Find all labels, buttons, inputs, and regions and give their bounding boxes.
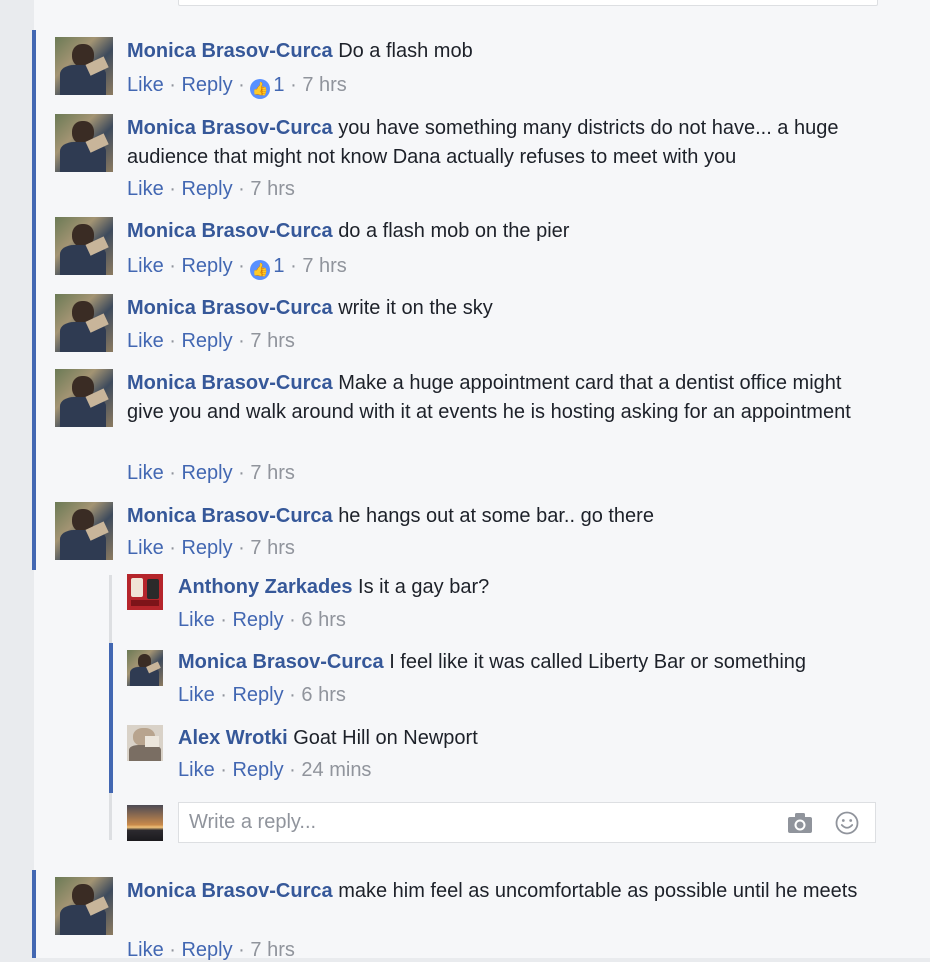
previous-reply-box[interactable] bbox=[178, 0, 878, 6]
timestamp[interactable]: 7 hrs bbox=[250, 537, 294, 559]
avatar[interactable] bbox=[55, 217, 113, 275]
reply-link[interactable]: Reply bbox=[181, 462, 232, 484]
reply-body: Monica Brasov-Curca I feel like it was c… bbox=[178, 648, 878, 677]
avatar[interactable] bbox=[55, 369, 113, 427]
like-link[interactable]: Like bbox=[178, 759, 215, 781]
comment-text: write it on the sky bbox=[338, 297, 493, 319]
reply-link[interactable]: Reply bbox=[181, 537, 232, 559]
reply-text: Goat Hill on Newport bbox=[293, 727, 478, 749]
reply-actions: Like · Reply · 6 hrs bbox=[178, 609, 346, 631]
like-link[interactable]: Like bbox=[127, 462, 164, 484]
comment-body: Monica Brasov-Curca Make a huge appointm… bbox=[127, 369, 867, 427]
comment-text: do a flash mob on the pier bbox=[338, 220, 570, 242]
reply-text: Is it a gay bar? bbox=[358, 576, 490, 598]
avatar[interactable] bbox=[127, 725, 163, 761]
comment-body: Monica Brasov-Curca Do a flash mob bbox=[127, 37, 867, 66]
comment-author[interactable]: Monica Brasov-Curca bbox=[127, 40, 333, 62]
comment-text: he hangs out at some bar.. go there bbox=[338, 505, 654, 527]
reply-author[interactable]: Monica Brasov-Curca bbox=[178, 651, 384, 673]
comment-actions: Like · Reply · 7 hrs bbox=[127, 178, 295, 200]
reply-author[interactable]: Alex Wrotki bbox=[178, 727, 288, 749]
reply-body: Alex Wrotki Goat Hill on Newport bbox=[178, 724, 868, 753]
reply-composer bbox=[178, 802, 876, 843]
reply-link[interactable]: Reply bbox=[232, 759, 283, 781]
comment-author[interactable]: Monica Brasov-Curca bbox=[127, 220, 333, 242]
comment-actions: Like · Reply · 7 hrs bbox=[127, 939, 295, 961]
thread-indicator bbox=[32, 30, 36, 570]
comment-body: Monica Brasov-Curca write it on the sky bbox=[127, 294, 867, 323]
reply-thread-active-indicator bbox=[109, 643, 113, 793]
timestamp[interactable]: 6 hrs bbox=[301, 609, 345, 631]
comment-actions: Like · Reply · 👍 1 · 7 hrs bbox=[127, 254, 347, 280]
thumbs-up-icon[interactable]: 👍 bbox=[250, 79, 271, 99]
like-link[interactable]: Like bbox=[178, 609, 215, 631]
like-count[interactable]: 1 bbox=[273, 74, 284, 96]
avatar[interactable] bbox=[55, 502, 113, 560]
like-link[interactable]: Like bbox=[127, 255, 164, 277]
reply-text: I feel like it was called Liberty Bar or… bbox=[389, 651, 807, 673]
thread-indicator-bottom bbox=[32, 870, 36, 958]
avatar[interactable] bbox=[55, 37, 113, 95]
comment-text: Do a flash mob bbox=[338, 40, 473, 62]
comment-actions: Like · Reply · 👍 1 · 7 hrs bbox=[127, 73, 347, 99]
comment-author[interactable]: Monica Brasov-Curca bbox=[127, 117, 333, 139]
reply-link[interactable]: Reply bbox=[232, 609, 283, 631]
comment-text: make him feel as uncomfortable as possib… bbox=[338, 880, 858, 902]
reply-link[interactable]: Reply bbox=[181, 178, 232, 200]
like-link[interactable]: Like bbox=[127, 178, 164, 200]
comment-body: Monica Brasov-Curca make him feel as unc… bbox=[127, 877, 867, 906]
reply-link[interactable]: Reply bbox=[181, 74, 232, 96]
reply-author[interactable]: Anthony Zarkades bbox=[178, 576, 352, 598]
camera-icon[interactable] bbox=[787, 812, 813, 834]
reply-actions: Like · Reply · 24 mins bbox=[178, 759, 372, 781]
like-link[interactable]: Like bbox=[127, 330, 164, 352]
comment-actions: Like · Reply · 7 hrs bbox=[127, 462, 295, 484]
avatar[interactable] bbox=[127, 650, 163, 686]
avatar[interactable] bbox=[127, 574, 163, 610]
comment-actions: Like · Reply · 7 hrs bbox=[127, 330, 295, 352]
comment-author[interactable]: Monica Brasov-Curca bbox=[127, 505, 333, 527]
timestamp[interactable]: 7 hrs bbox=[250, 178, 294, 200]
reply-link[interactable]: Reply bbox=[232, 684, 283, 706]
timestamp[interactable]: 7 hrs bbox=[302, 255, 346, 277]
timestamp[interactable]: 7 hrs bbox=[250, 330, 294, 352]
timestamp[interactable]: 7 hrs bbox=[302, 74, 346, 96]
smiley-icon[interactable] bbox=[835, 811, 859, 835]
comment-body: Monica Brasov-Curca you have something m… bbox=[127, 114, 867, 172]
like-link[interactable]: Like bbox=[127, 537, 164, 559]
comment-actions: Like · Reply · 7 hrs bbox=[127, 537, 295, 559]
avatar[interactable] bbox=[55, 114, 113, 172]
reply-body: Anthony Zarkades Is it a gay bar? bbox=[178, 573, 868, 602]
avatar[interactable] bbox=[55, 877, 113, 935]
reply-actions: Like · Reply · 6 hrs bbox=[178, 684, 346, 706]
reply-input[interactable] bbox=[179, 803, 749, 842]
like-link[interactable]: Like bbox=[178, 684, 215, 706]
thumbs-up-icon[interactable]: 👍 bbox=[250, 260, 271, 280]
reply-link[interactable]: Reply bbox=[181, 330, 232, 352]
comment-body: Monica Brasov-Curca he hangs out at some… bbox=[127, 502, 867, 531]
timestamp[interactable]: 7 hrs bbox=[250, 462, 294, 484]
timestamp[interactable]: 24 mins bbox=[301, 759, 371, 781]
reply-link[interactable]: Reply bbox=[181, 255, 232, 277]
comment-author[interactable]: Monica Brasov-Curca bbox=[127, 372, 333, 394]
timestamp[interactable]: 6 hrs bbox=[301, 684, 345, 706]
avatar[interactable] bbox=[55, 294, 113, 352]
like-link[interactable]: Like bbox=[127, 74, 164, 96]
comment-author[interactable]: Monica Brasov-Curca bbox=[127, 297, 333, 319]
comment-body: Monica Brasov-Curca do a flash mob on th… bbox=[127, 217, 867, 246]
comment-author[interactable]: Monica Brasov-Curca bbox=[127, 880, 333, 902]
like-count[interactable]: 1 bbox=[273, 255, 284, 277]
current-user-avatar bbox=[127, 805, 163, 841]
